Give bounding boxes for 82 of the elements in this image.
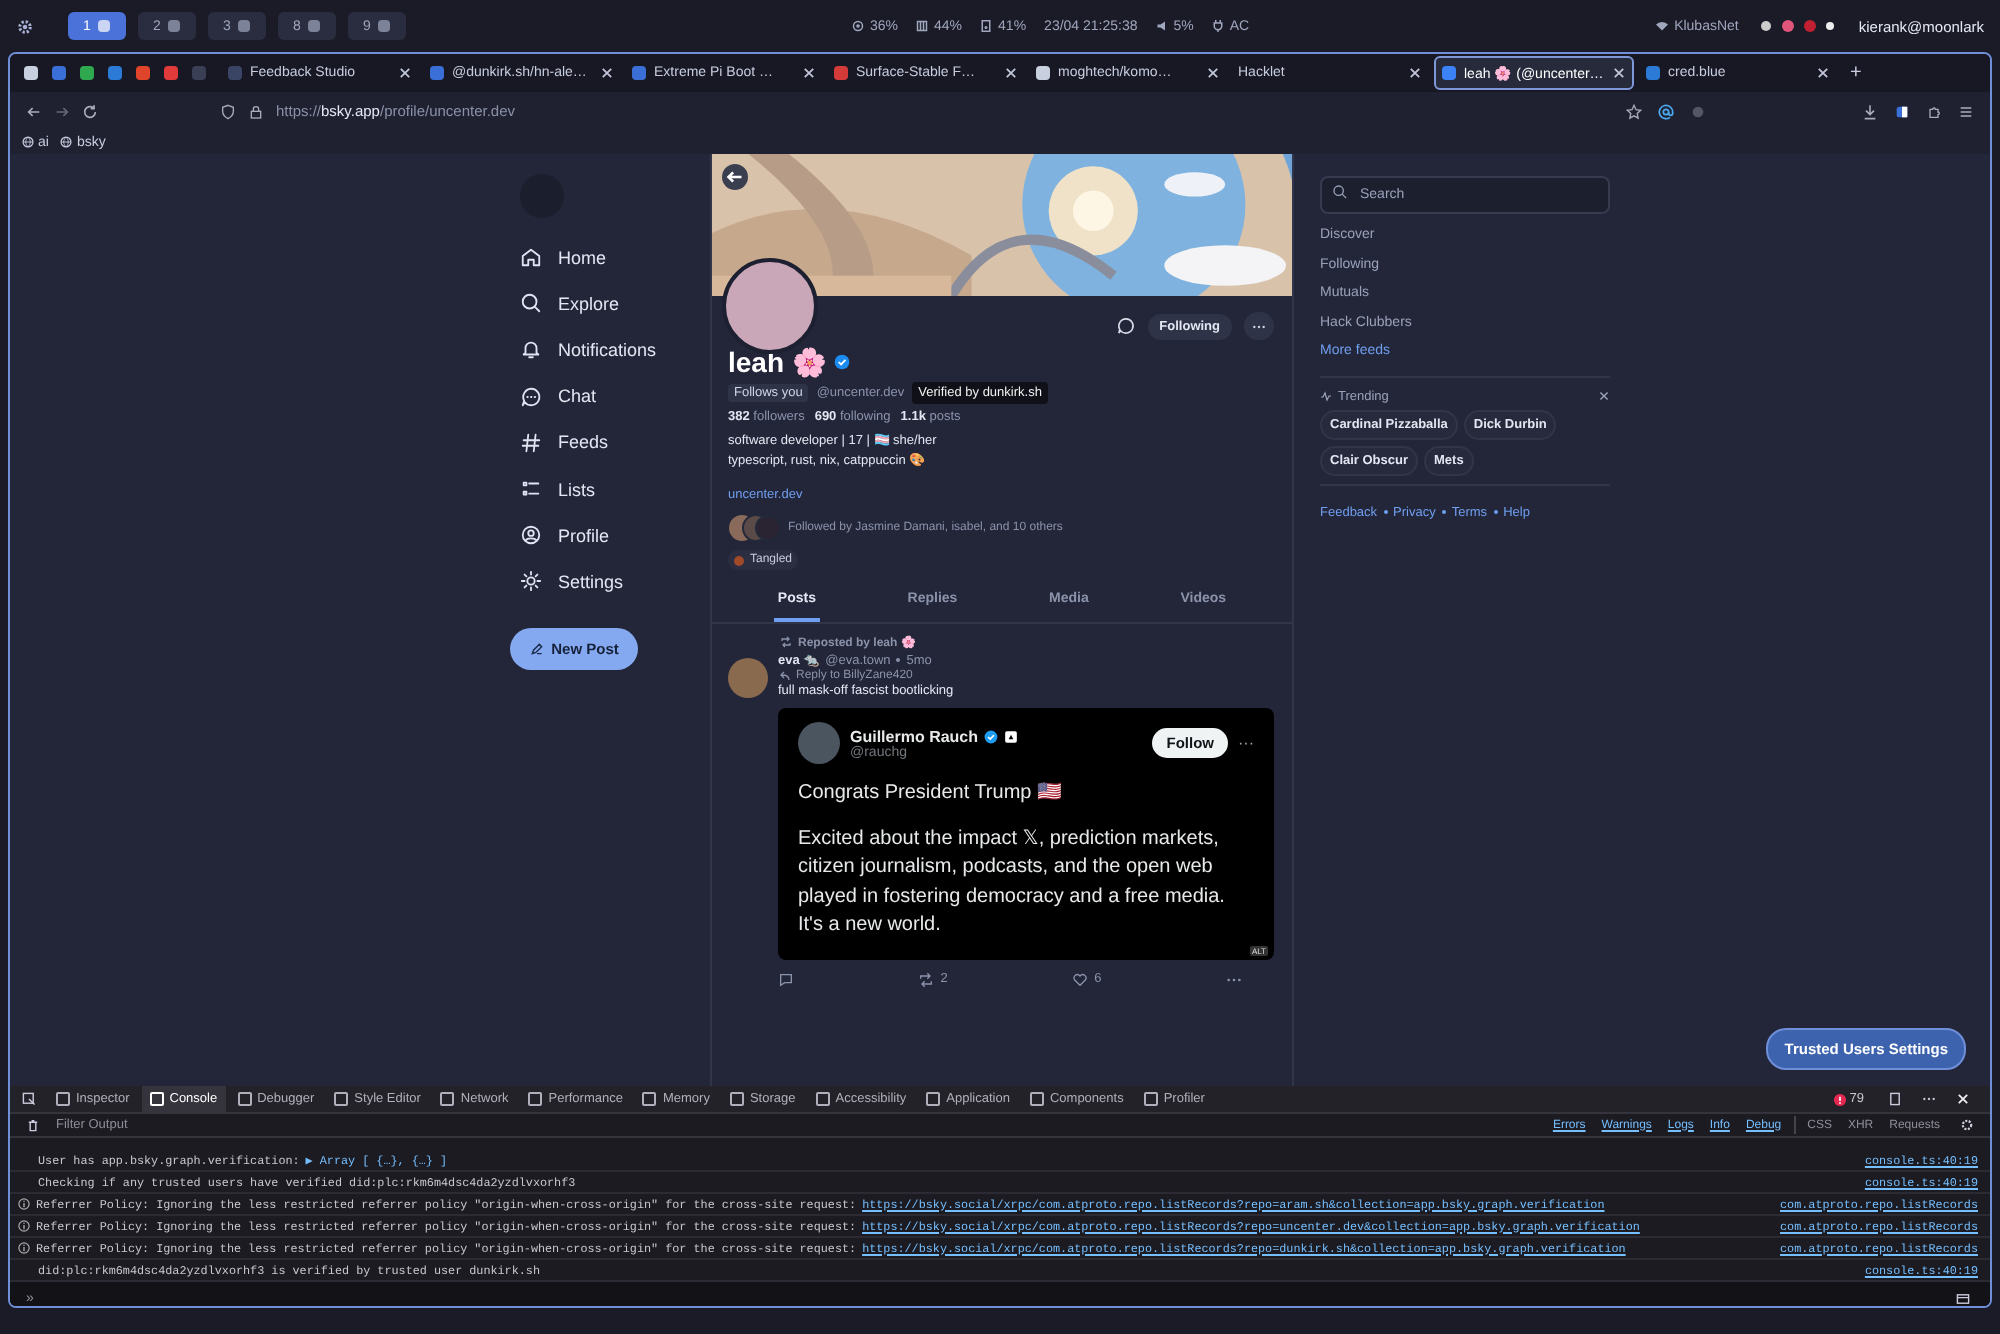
star-icon[interactable]: [1626, 103, 1642, 119]
nav-item[interactable]: Profile: [510, 512, 710, 559]
close-icon[interactable]: [1612, 66, 1626, 80]
info-icon: [18, 1220, 30, 1232]
favicon-icon: [1646, 66, 1660, 80]
avatar: [798, 722, 840, 764]
trending-icon: [1320, 390, 1332, 403]
author-avatar[interactable]: [728, 658, 768, 698]
close-icon[interactable]: [1598, 390, 1610, 403]
error-icon: [1833, 1093, 1846, 1105]
chat-bubble-icon: [520, 385, 542, 408]
shield-extension-icon[interactable]: [1894, 103, 1910, 119]
close-icon[interactable]: [1408, 66, 1422, 80]
close-icon[interactable]: [802, 66, 816, 80]
nav-item[interactable]: Explore: [510, 280, 710, 327]
chat-bubble-icon[interactable]: [1115, 316, 1136, 336]
tweet-screenshot[interactable]: [778, 708, 1274, 959]
bell-icon: [520, 338, 542, 361]
favicon-icon: [430, 66, 444, 80]
info-icon: [18, 1242, 30, 1254]
affiliate-badge-icon: [1004, 729, 1019, 743]
tweet-text: Excited about the impact 𝕏, prediction markets, citizen journalism, podcasts, and the open web played in fostering democracy and a free media. It's a new world.: [798, 825, 1227, 940]
memory-icon: [916, 19, 929, 31]
repost-icon: [780, 636, 792, 648]
search-icon: [520, 292, 542, 315]
reply-arrow-icon: [778, 670, 790, 682]
verified-badge-icon[interactable]: [833, 354, 850, 370]
back-icon[interactable]: [26, 103, 42, 119]
close-icon[interactable]: [600, 66, 614, 80]
settings-icon[interactable]: [16, 17, 34, 35]
nav-item[interactable]: Lists: [510, 465, 710, 513]
element-picker-icon[interactable]: [22, 1092, 36, 1106]
menu-icon[interactable]: [1958, 103, 1974, 119]
list-icon: [520, 478, 542, 501]
favicon-icon: [632, 66, 646, 80]
hash-icon: [520, 431, 542, 454]
download-icon[interactable]: [1862, 103, 1878, 119]
forward-icon[interactable]: [54, 103, 70, 119]
tweet-text: Congrats President Trump 🇺🇸: [798, 780, 1063, 808]
search-icon: [1332, 183, 1348, 199]
disk-icon: [980, 19, 993, 31]
favicon-icon: [1036, 66, 1050, 80]
at-sign-icon[interactable]: [1658, 103, 1674, 119]
more-icon[interactable]: [1922, 1092, 1936, 1106]
home-icon: [520, 246, 542, 269]
settings-icon[interactable]: [1960, 1118, 1974, 1132]
close-icon[interactable]: [1206, 66, 1220, 80]
cpu-icon: [852, 19, 864, 31]
nav-item[interactable]: Home: [510, 234, 710, 281]
profile-name: leah 🌸: [728, 346, 826, 378]
tray-icons-drawing: [1758, 18, 1839, 34]
more-icon: [1252, 323, 1266, 329]
shield-icon: [220, 103, 236, 119]
settings-icon: [520, 570, 542, 593]
trash-icon[interactable]: [26, 1118, 40, 1132]
split-view-icon[interactable]: [1956, 1292, 1970, 1306]
reply-icon[interactable]: [778, 971, 794, 987]
nav-item[interactable]: Feeds: [510, 419, 710, 466]
close-icon[interactable]: [1816, 66, 1830, 80]
lock-icon: [248, 103, 264, 119]
nav-item[interactable]: Chat: [510, 373, 710, 420]
tweet-author-name: Guillermo Rauch: [850, 727, 979, 745]
favicon-icon: [834, 66, 848, 80]
speaker-icon: [1155, 19, 1168, 31]
pencil-icon: [529, 641, 544, 655]
puzzle-icon[interactable]: [1926, 103, 1942, 119]
nav-item[interactable]: Notifications: [510, 326, 710, 374]
reload-icon[interactable]: [82, 103, 98, 119]
globe-icon: [22, 136, 34, 148]
more-text: ···: [1238, 734, 1254, 752]
wifi-icon: [1656, 20, 1669, 32]
dock-icon[interactable]: [1888, 1092, 1902, 1106]
new-tab-button[interactable]: +: [1842, 62, 1870, 84]
follower-avatars-drawing: [728, 514, 780, 542]
plug-icon: [1211, 19, 1224, 31]
favicon-icon: [228, 66, 242, 80]
close-icon[interactable]: [1004, 66, 1018, 80]
close-icon[interactable]: [398, 66, 412, 80]
globe-icon: [60, 136, 73, 148]
info-icon: [18, 1198, 30, 1210]
nav-item[interactable]: Settings: [510, 558, 710, 605]
favicon-icon: [1442, 66, 1456, 80]
